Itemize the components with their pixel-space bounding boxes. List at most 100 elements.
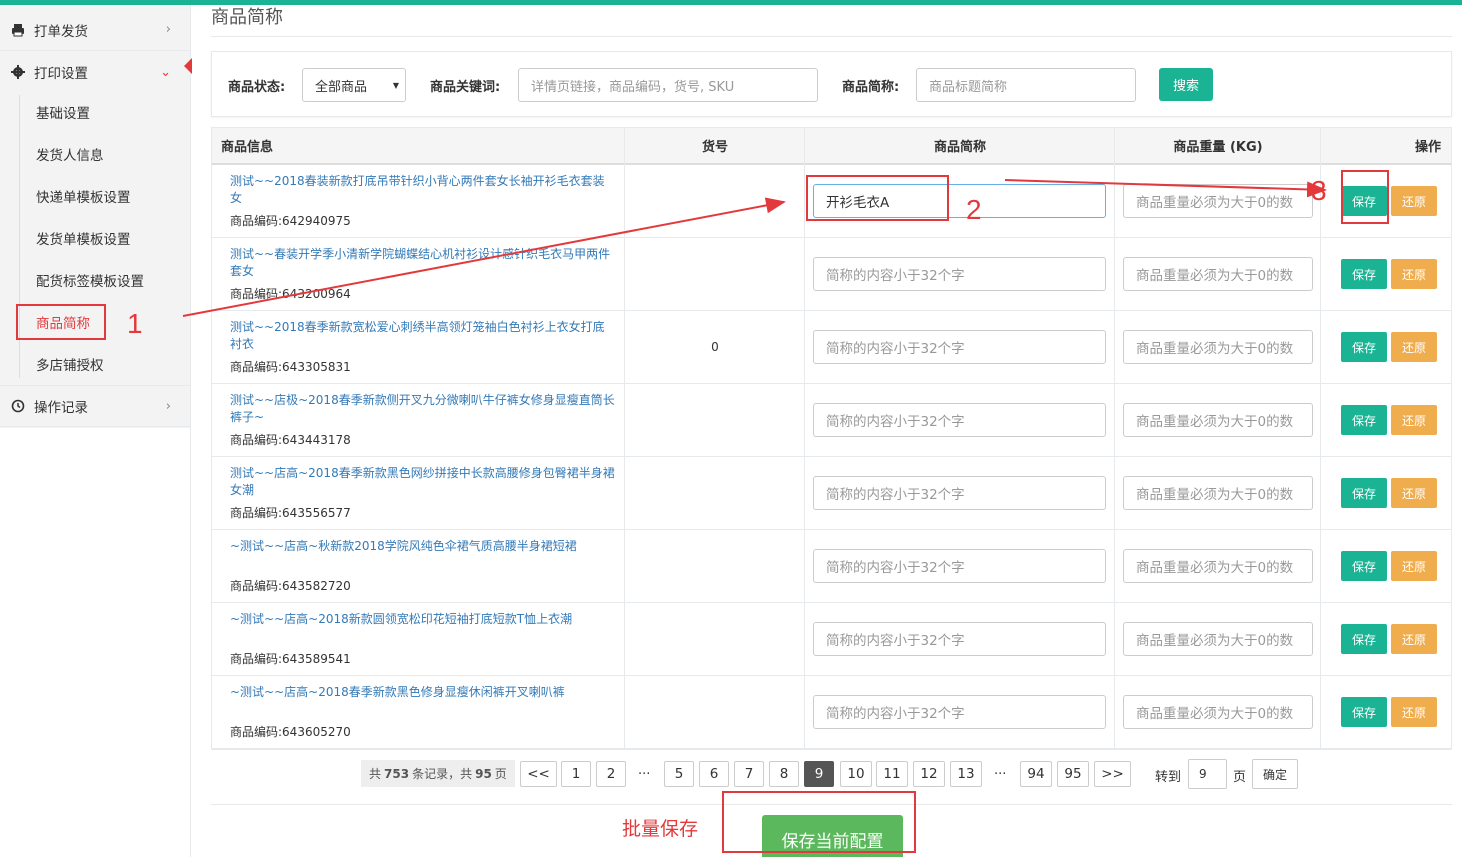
alias-input[interactable]: 简称的内容小于32个字 bbox=[813, 549, 1106, 583]
weight-input[interactable]: 商品重量必须为大于0的数 bbox=[1123, 549, 1313, 583]
page-button[interactable]: 95 bbox=[1057, 761, 1089, 787]
row-reset-button[interactable]: 还原 bbox=[1391, 259, 1437, 289]
product-title-link[interactable]: 测试~~店极~2018春季新款侧开叉九分微喇叭牛仔裤女修身显瘦直筒长裤子~ bbox=[230, 392, 616, 426]
page-button[interactable]: 2 bbox=[596, 761, 626, 787]
row-save-button[interactable]: 保存 bbox=[1341, 551, 1387, 581]
annotation-box-1 bbox=[16, 304, 106, 340]
status-select[interactable]: 全部商品 ▼ bbox=[302, 68, 406, 102]
weight-input[interactable]: 商品重量必须为大于0的数 bbox=[1123, 622, 1313, 656]
weight-placeholder: 商品重量必须为大于0的数 bbox=[1136, 268, 1294, 284]
page-button[interactable]: 13 bbox=[950, 761, 982, 787]
row-save-button[interactable]: 保存 bbox=[1341, 259, 1387, 289]
page-button[interactable]: 12 bbox=[913, 761, 945, 787]
page-next-button[interactable]: >> bbox=[1094, 761, 1131, 787]
page-button[interactable]: 94 bbox=[1020, 761, 1052, 787]
header-alias: 商品简称 bbox=[933, 140, 986, 155]
sidebar-item-multi-shop-auth[interactable]: 多店铺授权 bbox=[0, 343, 191, 385]
page-button[interactable]: 10 bbox=[840, 761, 872, 787]
alias-value: 简称的内容小于32个字 bbox=[826, 414, 965, 430]
weight-input[interactable]: 商品重量必须为大于0的数 bbox=[1123, 695, 1313, 729]
weight-input[interactable]: 商品重量必须为大于0的数 bbox=[1123, 330, 1313, 364]
header-actions: 操作 bbox=[1414, 140, 1441, 155]
search-button[interactable]: 搜索 bbox=[1159, 68, 1213, 101]
total-pages: 95 bbox=[475, 766, 492, 781]
product-sku bbox=[625, 603, 805, 675]
sidebar-item-label: 发货人信息 bbox=[36, 148, 104, 164]
sidebar-item-label: 操作记录 bbox=[34, 400, 88, 416]
row-reset-button[interactable]: 还原 bbox=[1391, 405, 1437, 435]
product-sku bbox=[625, 384, 805, 456]
row-save-button[interactable]: 保存 bbox=[1341, 697, 1387, 727]
weight-input[interactable]: 商品重量必须为大于0的数 bbox=[1123, 476, 1313, 510]
table-row: ~测试~~店高~秋新款2018学院风纯色伞裙气质高腰半身裙短裙 商品编码:643… bbox=[212, 530, 1451, 603]
product-title-link[interactable]: 测试~~店高~2018春季新款黑色网纱拼接中长款高腰修身包臀裙半身裙女潮 bbox=[230, 465, 616, 499]
product-title-link[interactable]: 测试~~春装开学季小清新学院蝴蝶结心机衬衫设计感针织毛衣马甲两件套女 bbox=[230, 246, 616, 280]
product-sku bbox=[625, 165, 805, 237]
weight-input[interactable]: 商品重量必须为大于0的数 bbox=[1123, 184, 1313, 218]
row-save-button[interactable]: 保存 bbox=[1341, 478, 1387, 508]
sidebar-item-print-settings[interactable]: 打印设置 ⌄ bbox=[0, 51, 191, 93]
goto-page-input[interactable]: 9 bbox=[1188, 759, 1227, 789]
alias-input[interactable]: 简称的内容小于32个字 bbox=[813, 257, 1106, 291]
weight-placeholder: 商品重量必须为大于0的数 bbox=[1136, 487, 1294, 503]
alias-value: 简称的内容小于32个字 bbox=[826, 341, 965, 357]
filter-panel: 商品状态: 全部商品 ▼ 商品关键词: 详情页链接，商品编码，货号, SKU 商… bbox=[211, 51, 1452, 117]
weight-placeholder: 商品重量必须为大于0的数 bbox=[1136, 560, 1294, 576]
page-button[interactable]: 1 bbox=[561, 761, 591, 787]
table-row: 测试~~春装开学季小清新学院蝴蝶结心机衬衫设计感针织毛衣马甲两件套女 商品编码:… bbox=[212, 238, 1451, 311]
alias-input[interactable]: 简称的内容小于32个字 bbox=[813, 622, 1106, 656]
alias-input[interactable]: 简称的内容小于32个字 bbox=[813, 330, 1106, 364]
product-sku bbox=[625, 530, 805, 602]
weight-input[interactable]: 商品重量必须为大于0的数 bbox=[1123, 403, 1313, 437]
sidebar-item-print-ship[interactable]: 打单发货 › bbox=[0, 9, 191, 51]
chevron-right-icon: › bbox=[165, 22, 171, 37]
page-button[interactable]: 7 bbox=[734, 761, 764, 787]
product-title-link[interactable]: ~测试~~店高~秋新款2018学院风纯色伞裙气质高腰半身裙短裙 bbox=[230, 538, 616, 555]
product-title-link[interactable]: ~测试~~店高~2018新款圆领宽松印花短袖打底短款T恤上衣潮 bbox=[230, 611, 616, 628]
alias-input[interactable]: 简称的内容小于32个字 bbox=[813, 476, 1106, 510]
row-reset-button[interactable]: 还原 bbox=[1391, 478, 1437, 508]
product-title-link[interactable]: ~测试~~店高~2018春季新款黑色修身显瘦休闲裤开叉喇叭裤 bbox=[230, 684, 616, 701]
sidebar-item-operation-log[interactable]: 操作记录 › bbox=[0, 385, 191, 427]
alias-placeholder: 商品标题简称 bbox=[929, 79, 1008, 95]
weight-input[interactable]: 商品重量必须为大于0的数 bbox=[1123, 257, 1313, 291]
alias-input[interactable]: 商品标题简称 bbox=[916, 68, 1136, 102]
goto-confirm-button[interactable]: 确定 bbox=[1252, 759, 1298, 789]
sidebar-item-label: 发货单模板设置 bbox=[36, 232, 131, 248]
row-reset-button[interactable]: 还原 bbox=[1391, 332, 1437, 362]
alias-input[interactable]: 简称的内容小于32个字 bbox=[813, 695, 1106, 729]
alias-value: 简称的内容小于32个字 bbox=[826, 633, 965, 649]
row-reset-button[interactable]: 还原 bbox=[1391, 186, 1437, 216]
alias-value: 简称的内容小于32个字 bbox=[826, 560, 965, 576]
row-reset-button[interactable]: 还原 bbox=[1391, 697, 1437, 727]
annotation-number-2: 2 bbox=[966, 194, 982, 225]
page-prev-button[interactable]: << bbox=[520, 761, 557, 787]
sidebar-item-label: 打印设置 bbox=[34, 66, 88, 82]
table-row: ~测试~~店高~2018春季新款黑色修身显瘦休闲裤开叉喇叭裤 商品编码:6436… bbox=[212, 676, 1451, 749]
history-icon bbox=[10, 398, 26, 414]
page-button[interactable]: 8 bbox=[769, 761, 799, 787]
sidebar-item-sender-info[interactable]: 发货人信息 bbox=[0, 133, 191, 175]
caret-down-icon: ▼ bbox=[392, 80, 399, 90]
keyword-input[interactable]: 详情页链接，商品编码，货号, SKU bbox=[518, 68, 818, 102]
row-save-button[interactable]: 保存 bbox=[1341, 624, 1387, 654]
weight-placeholder: 商品重量必须为大于0的数 bbox=[1136, 195, 1294, 211]
alias-input[interactable]: 简称的内容小于32个字 bbox=[813, 403, 1106, 437]
product-title-link[interactable]: 测试~~2018春装新款打底吊带针织小背心两件套女长袖开衫毛衣套装女 bbox=[230, 173, 616, 207]
page-button[interactable]: 11 bbox=[876, 761, 908, 787]
page-button[interactable]: 5 bbox=[664, 761, 694, 787]
status-label: 商品状态: bbox=[228, 80, 286, 95]
sidebar-item-label: 多店铺授权 bbox=[36, 358, 104, 374]
page-button[interactable]: 6 bbox=[699, 761, 729, 787]
row-save-button[interactable]: 保存 bbox=[1341, 332, 1387, 362]
sidebar-item-express-template[interactable]: 快递单模板设置 bbox=[0, 175, 191, 217]
product-title-link[interactable]: 测试~~2018春季新款宽松爱心刺绣半高领灯笼袖白色衬衫上衣女打底衬衣 bbox=[230, 319, 616, 353]
sidebar-item-label-template[interactable]: 配货标签模板设置 bbox=[0, 259, 191, 301]
sidebar-item-invoice-template[interactable]: 发货单模板设置 bbox=[0, 217, 191, 259]
row-save-button[interactable]: 保存 bbox=[1341, 405, 1387, 435]
row-reset-button[interactable]: 还原 bbox=[1391, 551, 1437, 581]
page-button[interactable]: 9 bbox=[804, 761, 834, 787]
row-reset-button[interactable]: 还原 bbox=[1391, 624, 1437, 654]
alias-value: 简称的内容小于32个字 bbox=[826, 268, 965, 284]
sidebar-item-basic-settings[interactable]: 基础设置 bbox=[0, 91, 191, 133]
